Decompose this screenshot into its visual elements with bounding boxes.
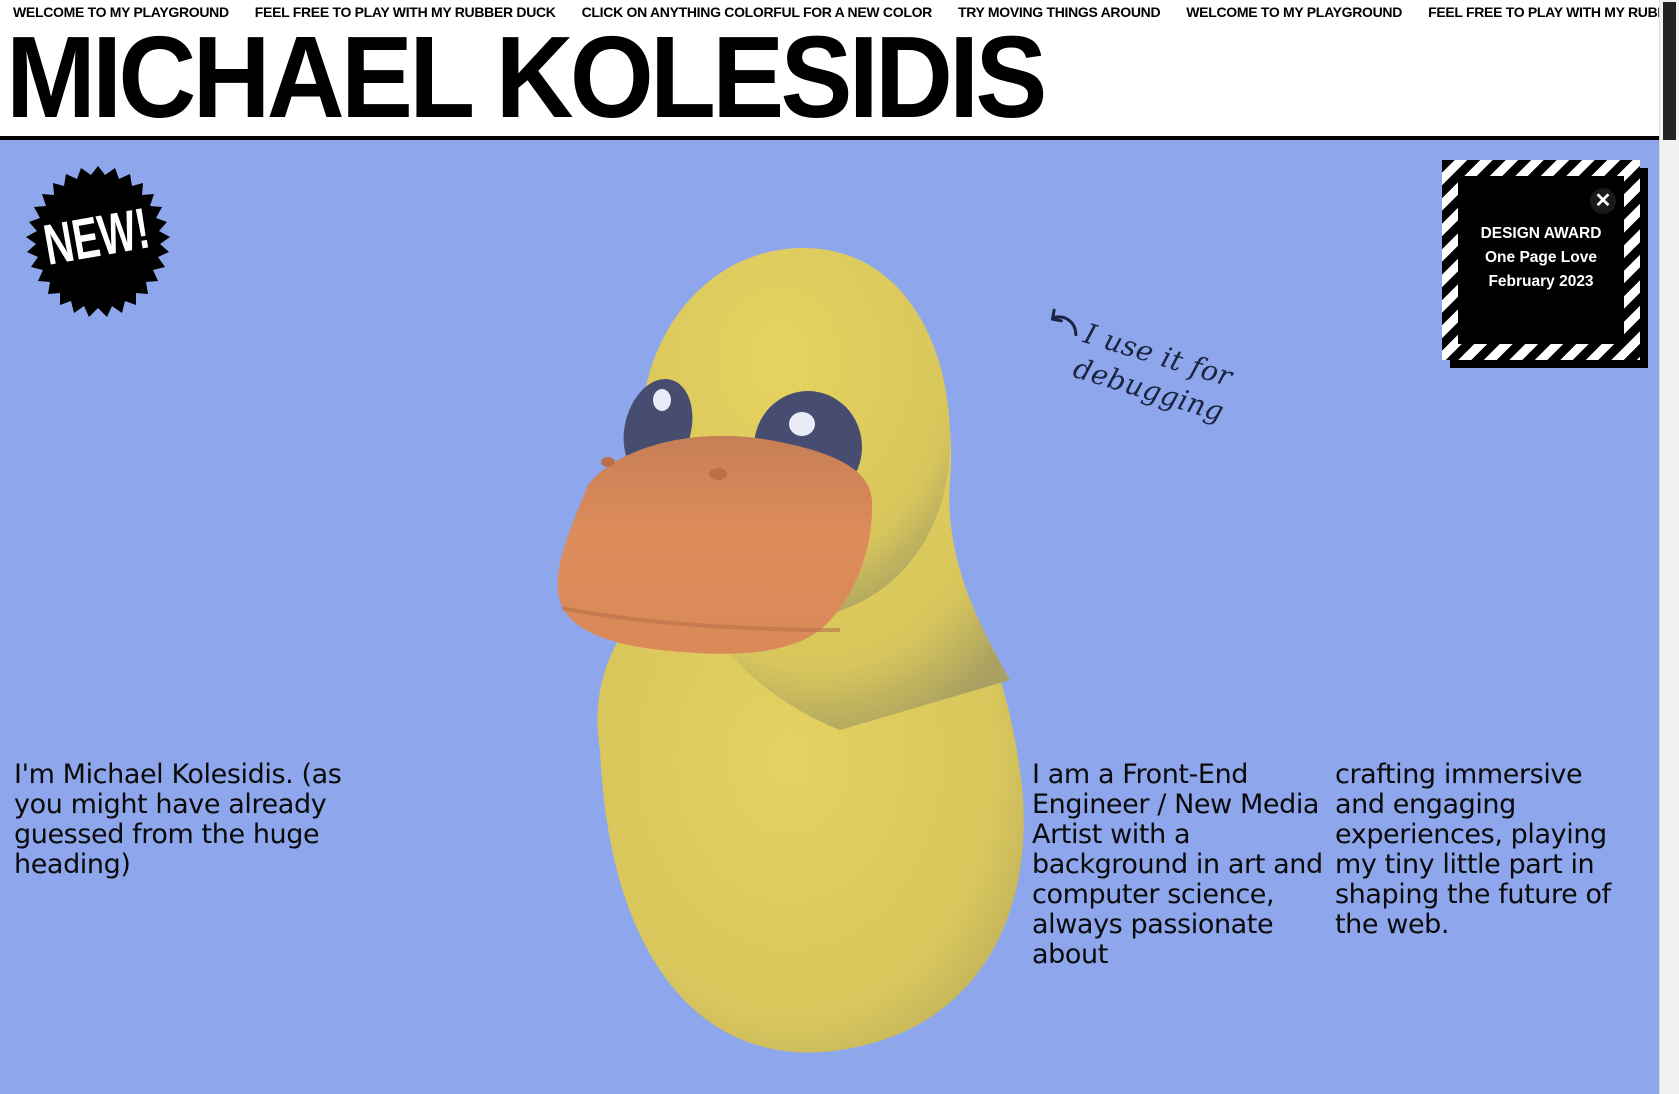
intro-text-right: crafting immersive and engaging experien… — [1335, 759, 1611, 940]
award-content[interactable]: ✕ DESIGN AWARD One Page Love February 20… — [1458, 176, 1624, 344]
duck-eye-right-highlight — [789, 412, 815, 436]
page-title: MICHAEL KOLESIDIS — [6, 12, 1047, 142]
intro-text-left: I'm Michael Kolesidis. (as you might hav… — [14, 759, 342, 880]
duck-nostril-right — [709, 468, 727, 480]
page-scrollbar[interactable] — [1659, 0, 1679, 1094]
new-badge[interactable]: NEW! — [22, 166, 174, 318]
award-source: One Page Love — [1485, 249, 1597, 266]
marquee-item: WELCOME TO MY PLAYGROUND — [1186, 4, 1403, 20]
page: WELCOME TO MY PLAYGROUND FEEL FREE TO PL… — [0, 0, 1660, 1094]
duck-eye-left-highlight — [653, 389, 671, 411]
hero-playground[interactable]: NEW! I use it for debugging ✕ DESIGN AWA… — [0, 136, 1660, 1094]
scrollbar-thumb[interactable] — [1663, 2, 1676, 140]
marquee-item: FEEL FREE TO PLAY WITH MY RUBBER DUCK — [1428, 4, 1660, 20]
intro-text-middle: I am a Front-End Engineer / New Media Ar… — [1032, 759, 1323, 970]
award-date: February 2023 — [1488, 273, 1594, 290]
award-heading: DESIGN AWARD — [1480, 225, 1602, 242]
close-icon[interactable]: ✕ — [1590, 188, 1616, 214]
design-award-card[interactable]: ✕ DESIGN AWARD One Page Love February 20… — [1442, 160, 1648, 368]
debugging-note-text: I use it for debugging — [1069, 316, 1237, 429]
duck-nostril-left — [601, 457, 615, 467]
